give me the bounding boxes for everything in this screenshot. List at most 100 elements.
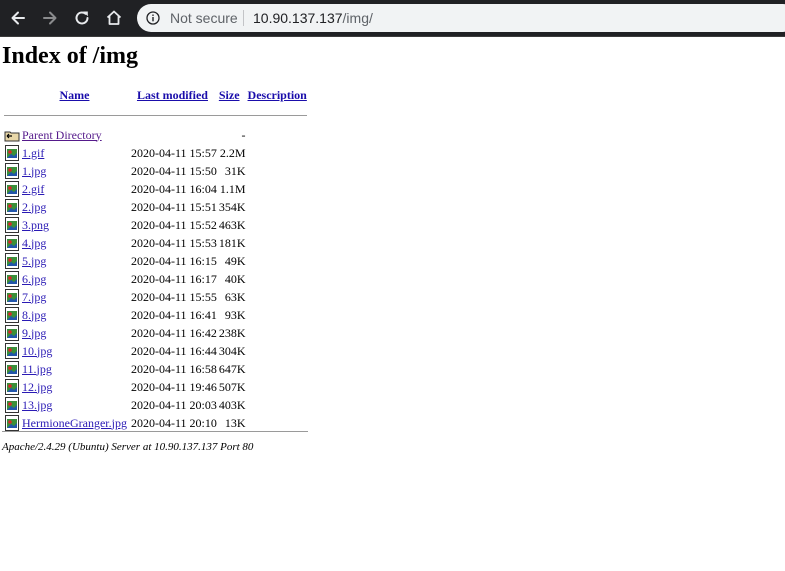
image-file-icon	[5, 145, 19, 161]
file-link[interactable]: 13.jpg	[22, 398, 52, 412]
file-link[interactable]: 5.jpg	[22, 254, 46, 268]
address-bar[interactable]: Not secure 10.90.137.137/img/	[137, 4, 785, 32]
file-link[interactable]: HermioneGranger.jpg	[22, 416, 127, 430]
forward-arrow-icon	[43, 11, 57, 25]
image-file-icon	[5, 325, 19, 341]
file-description-cell	[248, 181, 307, 197]
url-text[interactable]: 10.90.137.137/img/	[253, 10, 373, 26]
file-link[interactable]: 7.jpg	[22, 290, 46, 304]
back-button[interactable]	[6, 6, 30, 30]
file-size-cell: 93K	[224, 307, 246, 322]
footer-divider	[2, 431, 308, 432]
image-file-icon	[5, 379, 19, 395]
info-icon[interactable]	[146, 11, 160, 25]
file-link[interactable]: 6.jpg	[22, 272, 46, 286]
file-link[interactable]: 8.jpg	[22, 308, 46, 322]
file-icon-cell	[4, 145, 20, 161]
sort-by-size-link[interactable]: Size	[219, 88, 240, 102]
parent-description-cell	[248, 127, 307, 143]
page-title: Index of /img	[2, 43, 139, 69]
file-name-cell: 1.gif	[22, 145, 127, 161]
file-name-cell: 9.jpg	[22, 325, 127, 341]
file-link[interactable]: 4.jpg	[22, 236, 46, 250]
home-button[interactable]	[102, 6, 126, 30]
file-link[interactable]: 2.jpg	[22, 200, 46, 214]
file-name-cell: HermioneGranger.jpg	[22, 415, 127, 431]
table-header-row: Name Last modified Size Description	[4, 87, 307, 105]
address-separator	[243, 10, 244, 26]
url-path: /img/	[342, 10, 373, 26]
file-link[interactable]: 1.jpg	[22, 164, 46, 178]
file-icon-cell	[4, 361, 20, 377]
file-icon-cell	[4, 325, 20, 341]
name-header: Name	[22, 87, 127, 105]
file-row: 11.jpg 2020-04-11 16:58 647K	[4, 361, 307, 377]
file-name-cell: 5.jpg	[22, 253, 127, 269]
file-size-cell: 507K	[218, 379, 246, 394]
icon-header	[4, 87, 20, 105]
image-file-icon	[5, 343, 19, 359]
file-name-cell: 12.jpg	[22, 379, 127, 395]
file-row: 2.jpg 2020-04-11 15:51 354K	[4, 199, 307, 215]
file-icon-cell	[4, 163, 20, 179]
file-row: 5.jpg 2020-04-11 16:15 49K	[4, 253, 307, 269]
file-size-cell: 1.1M	[219, 181, 246, 196]
header-divider-row	[4, 107, 307, 125]
file-icon-cell	[4, 181, 20, 197]
size-header: Size	[219, 87, 246, 105]
image-file-icon	[5, 271, 19, 287]
file-modified-cell: 2020-04-11 16:58	[130, 361, 217, 376]
file-size-cell: 403K	[218, 397, 246, 412]
file-link[interactable]: 9.jpg	[22, 326, 46, 340]
sort-by-name-link[interactable]: Name	[59, 88, 89, 102]
file-icon-cell	[4, 271, 20, 287]
file-name-cell: 3.png	[22, 217, 127, 233]
back-arrow-icon	[11, 11, 25, 25]
file-name-cell: 11.jpg	[22, 361, 127, 377]
file-icon-cell	[4, 217, 20, 233]
file-size-cell: 40K	[224, 271, 246, 286]
sort-by-modified-link[interactable]: Last modified	[137, 88, 208, 102]
file-modified-cell: 2020-04-11 16:41	[130, 307, 217, 322]
file-description-cell	[248, 325, 307, 341]
parent-directory-link[interactable]: Parent Directory	[22, 128, 102, 142]
file-modified-cell: 2020-04-11 16:15	[130, 253, 217, 268]
file-link[interactable]: 3.png	[22, 218, 49, 232]
file-link[interactable]: 11.jpg	[22, 362, 52, 376]
sort-by-description-link[interactable]: Description	[248, 88, 307, 102]
image-file-icon	[5, 217, 19, 233]
server-signature: Apache/2.4.29 (Ubuntu) Server at 10.90.1…	[2, 441, 254, 453]
file-link[interactable]: 10.jpg	[22, 344, 52, 358]
file-link[interactable]: 12.jpg	[22, 380, 52, 394]
file-icon-cell	[4, 307, 20, 323]
image-file-icon	[5, 181, 19, 197]
file-description-cell	[248, 307, 307, 323]
file-modified-cell: 2020-04-11 16:42	[130, 325, 217, 340]
file-modified-cell: 2020-04-11 15:51	[130, 199, 217, 214]
file-name-cell: 4.jpg	[22, 235, 127, 251]
modified-header: Last modified	[129, 87, 217, 105]
file-icon-cell	[4, 235, 20, 251]
reload-button[interactable]	[70, 6, 94, 30]
security-label[interactable]: Not secure	[170, 10, 238, 26]
file-name-cell: 2.gif	[22, 181, 127, 197]
file-row: 9.jpg 2020-04-11 16:42 238K	[4, 325, 307, 341]
file-table: Name Last modified Size Description Pare…	[2, 85, 309, 433]
parent-directory-row: Parent Directory -	[4, 127, 307, 143]
file-size-cell: 63K	[224, 289, 246, 304]
file-link[interactable]: 2.gif	[22, 182, 44, 196]
file-row: 1.jpg 2020-04-11 15:50 31K	[4, 163, 307, 179]
file-size-cell: 647K	[218, 361, 246, 376]
file-link[interactable]: 1.gif	[22, 146, 44, 160]
file-row: 3.png 2020-04-11 15:52 463K	[4, 217, 307, 233]
forward-button[interactable]	[38, 6, 62, 30]
file-row: HermioneGranger.jpg 2020-04-11 20:10 13K	[4, 415, 307, 431]
file-icon-cell	[4, 379, 20, 395]
file-size-cell: 2.2M	[219, 145, 246, 160]
image-file-icon	[5, 415, 19, 431]
file-icon-cell	[4, 289, 20, 305]
file-modified-cell: 2020-04-11 16:44	[130, 343, 217, 358]
image-file-icon	[5, 253, 19, 269]
file-row: 4.jpg 2020-04-11 15:53 181K	[4, 235, 307, 251]
file-size-cell: 13K	[224, 415, 246, 430]
